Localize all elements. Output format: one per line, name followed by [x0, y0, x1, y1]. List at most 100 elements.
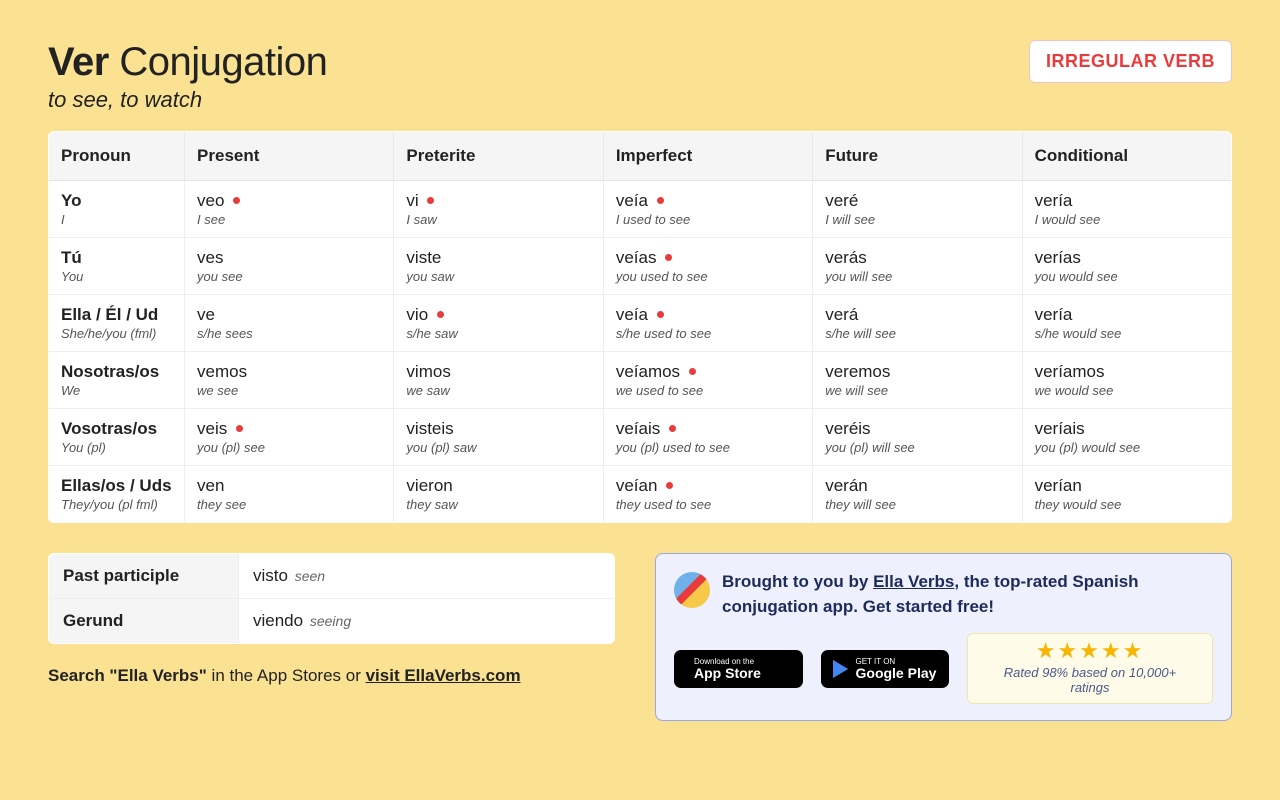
- conj-gloss: s/he used to see: [616, 326, 800, 341]
- conjugation-table: PronounPresentPreteriteImperfectFutureCo…: [48, 131, 1232, 523]
- conj-form: veían: [616, 476, 800, 496]
- conj-cell: veríamoswe would see: [1022, 352, 1231, 409]
- irregular-dot-icon: [236, 425, 243, 432]
- promo-text: Brought to you by Ella Verbs, the top-ra…: [722, 570, 1213, 619]
- irregular-dot-icon: [233, 197, 240, 204]
- conj-form: veía: [616, 191, 800, 211]
- conj-form: veríamos: [1035, 362, 1219, 382]
- google-play-icon: [833, 660, 848, 678]
- conj-gloss: I would see: [1035, 212, 1219, 227]
- conj-cell: veíamos we used to see: [603, 352, 812, 409]
- table-row: Ellas/os / UdsThey/you (pl fml)venthey s…: [49, 466, 1232, 523]
- conj-form: ven: [197, 476, 381, 496]
- irregular-badge: IRREGULAR VERB: [1029, 40, 1232, 83]
- conj-form: ves: [197, 248, 381, 268]
- pronoun: Yo: [61, 191, 172, 211]
- conj-cell: vieronthey saw: [394, 466, 603, 523]
- table-row: Nosotras/osWevemoswe seevimoswe sawveíam…: [49, 352, 1232, 409]
- conj-gloss: you see: [197, 269, 381, 284]
- conj-cell: veían they used to see: [603, 466, 812, 523]
- conj-cell: ves/he sees: [185, 295, 394, 352]
- col-imperfect: Imperfect: [603, 132, 812, 181]
- conj-form: veías: [616, 248, 800, 268]
- col-conditional: Conditional: [1022, 132, 1231, 181]
- pronoun-cell: TúYou: [49, 238, 185, 295]
- conj-cell: veríasyou would see: [1022, 238, 1231, 295]
- conj-cell: visteyou saw: [394, 238, 603, 295]
- participle-value: viendo seeing: [239, 599, 615, 644]
- conj-gloss: you (pl) see: [197, 440, 381, 455]
- conj-form: vieron: [406, 476, 590, 496]
- irregular-dot-icon: [657, 197, 664, 204]
- conj-gloss: I will see: [825, 212, 1009, 227]
- conj-gloss: you would see: [1035, 269, 1219, 284]
- conj-form: veríais: [1035, 419, 1219, 439]
- col-present: Present: [185, 132, 394, 181]
- conj-form: veo: [197, 191, 381, 211]
- conj-form: vimos: [406, 362, 590, 382]
- verb-name: Ver: [48, 40, 109, 84]
- conj-form: veía: [616, 305, 800, 325]
- conj-gloss: s/he would see: [1035, 326, 1219, 341]
- conj-gloss: I saw: [406, 212, 590, 227]
- irregular-dot-icon: [437, 311, 444, 318]
- pronoun-gloss: You (pl): [61, 440, 172, 455]
- conj-gloss: I used to see: [616, 212, 800, 227]
- conj-cell: veíais you (pl) used to see: [603, 409, 812, 466]
- conj-gloss: you (pl) would see: [1035, 440, 1219, 455]
- table-row: Ella / Él / UdShe/he/you (fml)ves/he see…: [49, 295, 1232, 352]
- conj-form: viste: [406, 248, 590, 268]
- conj-gloss: you saw: [406, 269, 590, 284]
- app-store-button[interactable]: Download on theApp Store: [674, 650, 803, 688]
- col-preterite: Preterite: [394, 132, 603, 181]
- conj-form: vería: [1035, 305, 1219, 325]
- verb-meaning: to see, to watch: [48, 87, 327, 113]
- conj-form: veíamos: [616, 362, 800, 382]
- conj-form: verás: [825, 248, 1009, 268]
- conj-cell: vi I saw: [394, 181, 603, 238]
- conj-gloss: you used to see: [616, 269, 800, 284]
- irregular-dot-icon: [666, 482, 673, 489]
- conj-gloss: we will see: [825, 383, 1009, 398]
- conj-cell: veremoswe will see: [813, 352, 1022, 409]
- rating-text: Rated 98% based on 10,000+ ratings: [984, 665, 1196, 695]
- participle-row: Past participlevisto seen: [49, 554, 615, 599]
- conj-gloss: you (pl) used to see: [616, 440, 800, 455]
- irregular-dot-icon: [665, 254, 672, 261]
- conj-form: vio: [406, 305, 590, 325]
- pronoun: Tú: [61, 248, 172, 268]
- conj-cell: verás/he will see: [813, 295, 1022, 352]
- irregular-dot-icon: [689, 368, 696, 375]
- pronoun-gloss: You: [61, 269, 172, 284]
- conj-gloss: they will see: [825, 497, 1009, 512]
- conj-form: verían: [1035, 476, 1219, 496]
- conj-cell: veríaI would see: [1022, 181, 1231, 238]
- promo-box: Brought to you by Ella Verbs, the top-ra…: [655, 553, 1232, 721]
- irregular-dot-icon: [657, 311, 664, 318]
- conj-form: verías: [1035, 248, 1219, 268]
- conj-form: visteis: [406, 419, 590, 439]
- pronoun: Ella / Él / Ud: [61, 305, 172, 325]
- conj-cell: vio s/he saw: [394, 295, 603, 352]
- conj-form: ve: [197, 305, 381, 325]
- conj-cell: vemoswe see: [185, 352, 394, 409]
- table-row: Vosotras/osYou (pl) veis you (pl) see vist…: [49, 409, 1232, 466]
- search-instruction: Search "Ella Verbs" in the App Stores or…: [48, 666, 615, 686]
- participle-label: Gerund: [49, 599, 239, 644]
- conj-form: veremos: [825, 362, 1009, 382]
- participle-label: Past participle: [49, 554, 239, 599]
- ella-verbs-link[interactable]: Ella Verbs: [873, 572, 954, 591]
- title-rest: Conjugation: [109, 40, 328, 84]
- conj-cell: veía I used to see: [603, 181, 812, 238]
- conj-form: veis: [197, 419, 381, 439]
- conj-cell: veías you used to see: [603, 238, 812, 295]
- pronoun-cell: Ellas/os / UdsThey/you (pl fml): [49, 466, 185, 523]
- visit-site-link[interactable]: visit EllaVerbs.com: [366, 666, 521, 685]
- conj-form: verán: [825, 476, 1009, 496]
- google-play-button[interactable]: GET IT ONGoogle Play: [821, 650, 950, 688]
- pronoun-cell: Nosotras/osWe: [49, 352, 185, 409]
- pronoun-cell: Vosotras/osYou (pl): [49, 409, 185, 466]
- star-icons: ★★★★★: [984, 640, 1196, 662]
- pronoun: Nosotras/os: [61, 362, 172, 382]
- rating-box: ★★★★★ Rated 98% based on 10,000+ ratings: [967, 633, 1213, 704]
